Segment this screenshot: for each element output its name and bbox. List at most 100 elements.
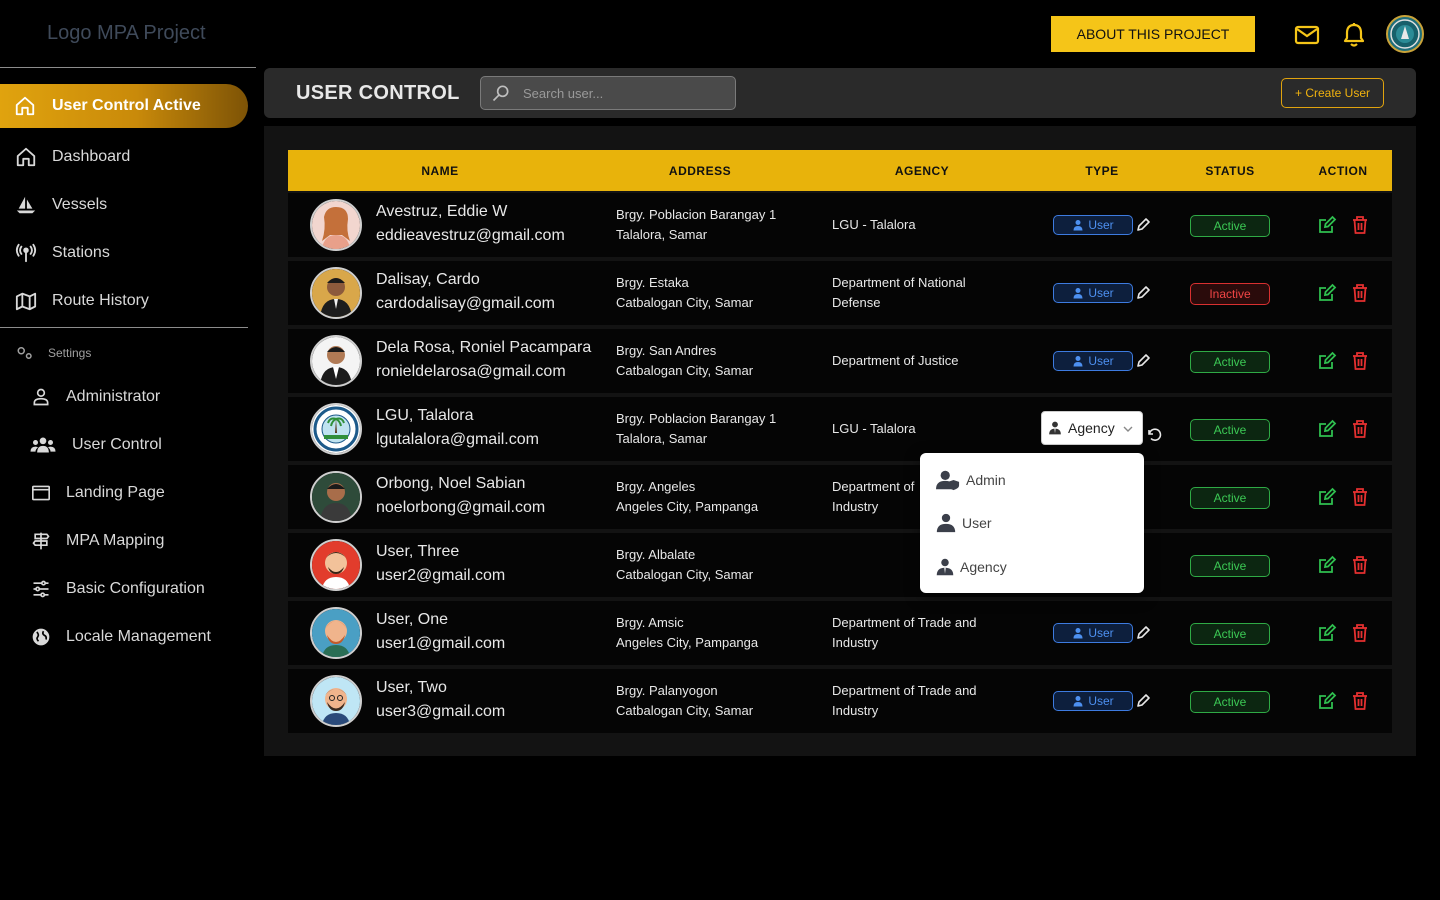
sidebar-item-user-control-active[interactable]: User Control Active (0, 84, 248, 128)
sidebar-item-dashboard[interactable]: Dashboard (14, 145, 130, 169)
table-row[interactable]: Avestruz, Eddie W eddieavestruz@gmail.co… (288, 193, 1392, 257)
person-icon (936, 513, 956, 533)
status-badge[interactable]: Active (1190, 555, 1270, 577)
admin-icon (936, 469, 960, 491)
edit-icon[interactable] (1317, 283, 1337, 303)
status-badge[interactable]: Active (1190, 419, 1270, 441)
user-agency: LGU - Talalora (832, 217, 916, 232)
edit-icon[interactable] (1317, 351, 1337, 371)
user-agency: LGU - Talalora (832, 421, 916, 436)
user-email: lgutalalora@gmail.com (376, 431, 539, 448)
app-logo[interactable]: Logo MPA Project (47, 22, 206, 45)
table-row[interactable]: Orbong, Noel Sabian noelorbong@gmail.com… (288, 465, 1392, 529)
sidebar-item-label: User Control Active (52, 97, 201, 114)
create-user-button[interactable]: + Create User (1281, 78, 1384, 108)
type-badge: User (1053, 283, 1133, 303)
dropdown-option-user[interactable]: User (936, 513, 992, 533)
table-row[interactable]: User, Three user2@gmail.com Brgy. Albala… (288, 533, 1392, 597)
sliders-icon (30, 578, 52, 600)
dropdown-option-admin[interactable]: Admin (936, 469, 1006, 491)
status-badge[interactable]: Active (1190, 487, 1270, 509)
user-agency: Department of Trade and Industry (832, 615, 977, 650)
edit-type-pencil-icon[interactable] (1135, 285, 1151, 301)
user-name: User, Two (376, 679, 447, 696)
user-address: Brgy. Angeles Angeles City, Pampanga (616, 479, 759, 514)
type-select[interactable]: Agency (1041, 411, 1143, 445)
column-header-status: STATUS (1205, 163, 1255, 178)
sidebar-item-user-control[interactable]: User Control (30, 433, 162, 457)
sidebar-item-label: Landing Page (66, 484, 165, 501)
sidebar-item-landing-page[interactable]: Landing Page (30, 481, 165, 505)
user-avatar (310, 199, 362, 251)
undo-icon[interactable] (1146, 427, 1162, 443)
user-email: eddieavestruz@gmail.com (376, 227, 565, 244)
gears-icon (16, 345, 34, 361)
sidebar-item-basic-configuration[interactable]: Basic Configuration (30, 577, 205, 601)
edit-icon[interactable] (1317, 555, 1337, 575)
delete-icon[interactable] (1351, 351, 1369, 371)
dropdown-option-agency[interactable]: Agency (936, 557, 1007, 577)
user-name: User, One (376, 611, 449, 628)
mail-icon[interactable] (1294, 22, 1320, 48)
delete-icon[interactable] (1351, 691, 1369, 711)
user-name: Dela Rosa, Roniel Pacampara (376, 339, 592, 356)
about-project-button[interactable]: ABOUT THIS PROJECT (1051, 16, 1255, 52)
sidebar-item-mpa-mapping[interactable]: MPA Mapping (30, 529, 164, 553)
column-header-type: TYPE (1085, 163, 1119, 178)
user-address: Brgy. Poblacion Barangay 1 Talalora, Sama… (616, 207, 777, 242)
person-icon (1072, 287, 1084, 299)
table-row[interactable]: User, Two user3@gmail.com Brgy. Palanyog… (288, 669, 1392, 733)
person-icon (1072, 695, 1084, 707)
table-row[interactable]: Dalisay, Cardo cardodalisay@gmail.com Br… (288, 261, 1392, 325)
edit-type-pencil-icon[interactable] (1135, 217, 1151, 233)
edit-icon[interactable] (1317, 215, 1337, 235)
status-badge[interactable]: Active (1190, 351, 1270, 373)
edit-icon[interactable] (1317, 623, 1337, 643)
column-header-agency: AGENCY (894, 163, 950, 178)
status-badge[interactable]: Inactive (1190, 283, 1270, 305)
user-address: Brgy. Palanyogon Catbalogan City, Samar (616, 683, 754, 718)
status-badge[interactable]: Active (1190, 691, 1270, 713)
delete-icon[interactable] (1351, 623, 1369, 643)
profile-avatar[interactable] (1386, 15, 1424, 53)
person-icon (1072, 219, 1084, 231)
globe-icon (30, 626, 52, 648)
status-badge[interactable]: Active (1190, 623, 1270, 645)
bell-icon[interactable] (1341, 22, 1367, 48)
edit-icon[interactable] (1317, 419, 1337, 439)
user-address: Brgy. Amsic Angeles City, Pampanga (616, 615, 759, 650)
sidebar-item-vessels[interactable]: Vessels (14, 193, 107, 217)
window-icon (30, 482, 52, 504)
delete-icon[interactable] (1351, 555, 1369, 575)
edit-type-pencil-icon[interactable] (1135, 353, 1151, 369)
status-badge[interactable]: Active (1190, 215, 1270, 237)
edit-type-pencil-icon[interactable] (1135, 693, 1151, 709)
sidebar-item-label: Dashboard (52, 148, 131, 165)
user-name: Orbong, Noel Sabian (376, 475, 526, 492)
user-avatar (310, 539, 362, 591)
delete-icon[interactable] (1351, 487, 1369, 507)
edit-icon[interactable] (1317, 691, 1337, 711)
type-badge: User (1053, 623, 1133, 643)
delete-icon[interactable] (1351, 215, 1369, 235)
table-row[interactable]: LGU, Talalora lgutalalora@gmail.com Brgy… (288, 397, 1392, 461)
delete-icon[interactable] (1351, 419, 1369, 439)
sidebar-item-administrator[interactable]: Administrator (30, 385, 160, 409)
delete-icon[interactable] (1351, 283, 1369, 303)
sidebar-item-locale-management[interactable]: Locale Management (30, 625, 211, 649)
sidebar-divider (0, 327, 248, 328)
search-box[interactable] (480, 76, 736, 110)
table-row[interactable]: Dela Rosa, Roniel Pacampara ronieldelaro… (288, 329, 1392, 393)
type-badge: User (1053, 691, 1133, 711)
user-avatar (310, 335, 362, 387)
sidebar-item-label: MPA Mapping (66, 532, 165, 549)
user-address: Brgy. San Andres Catbalogan City, Samar (616, 343, 754, 378)
edit-type-pencil-icon[interactable] (1135, 625, 1151, 641)
antenna-icon (14, 241, 38, 265)
edit-icon[interactable] (1317, 487, 1337, 507)
sidebar-item-stations[interactable]: Stations (14, 241, 110, 265)
search-input[interactable] (523, 85, 713, 101)
sidebar-item-route-history[interactable]: Route History (14, 289, 149, 313)
table-row[interactable]: User, One user1@gmail.com Brgy. Amsic Ang… (288, 601, 1392, 665)
user-name: LGU, Talalora (376, 407, 474, 424)
